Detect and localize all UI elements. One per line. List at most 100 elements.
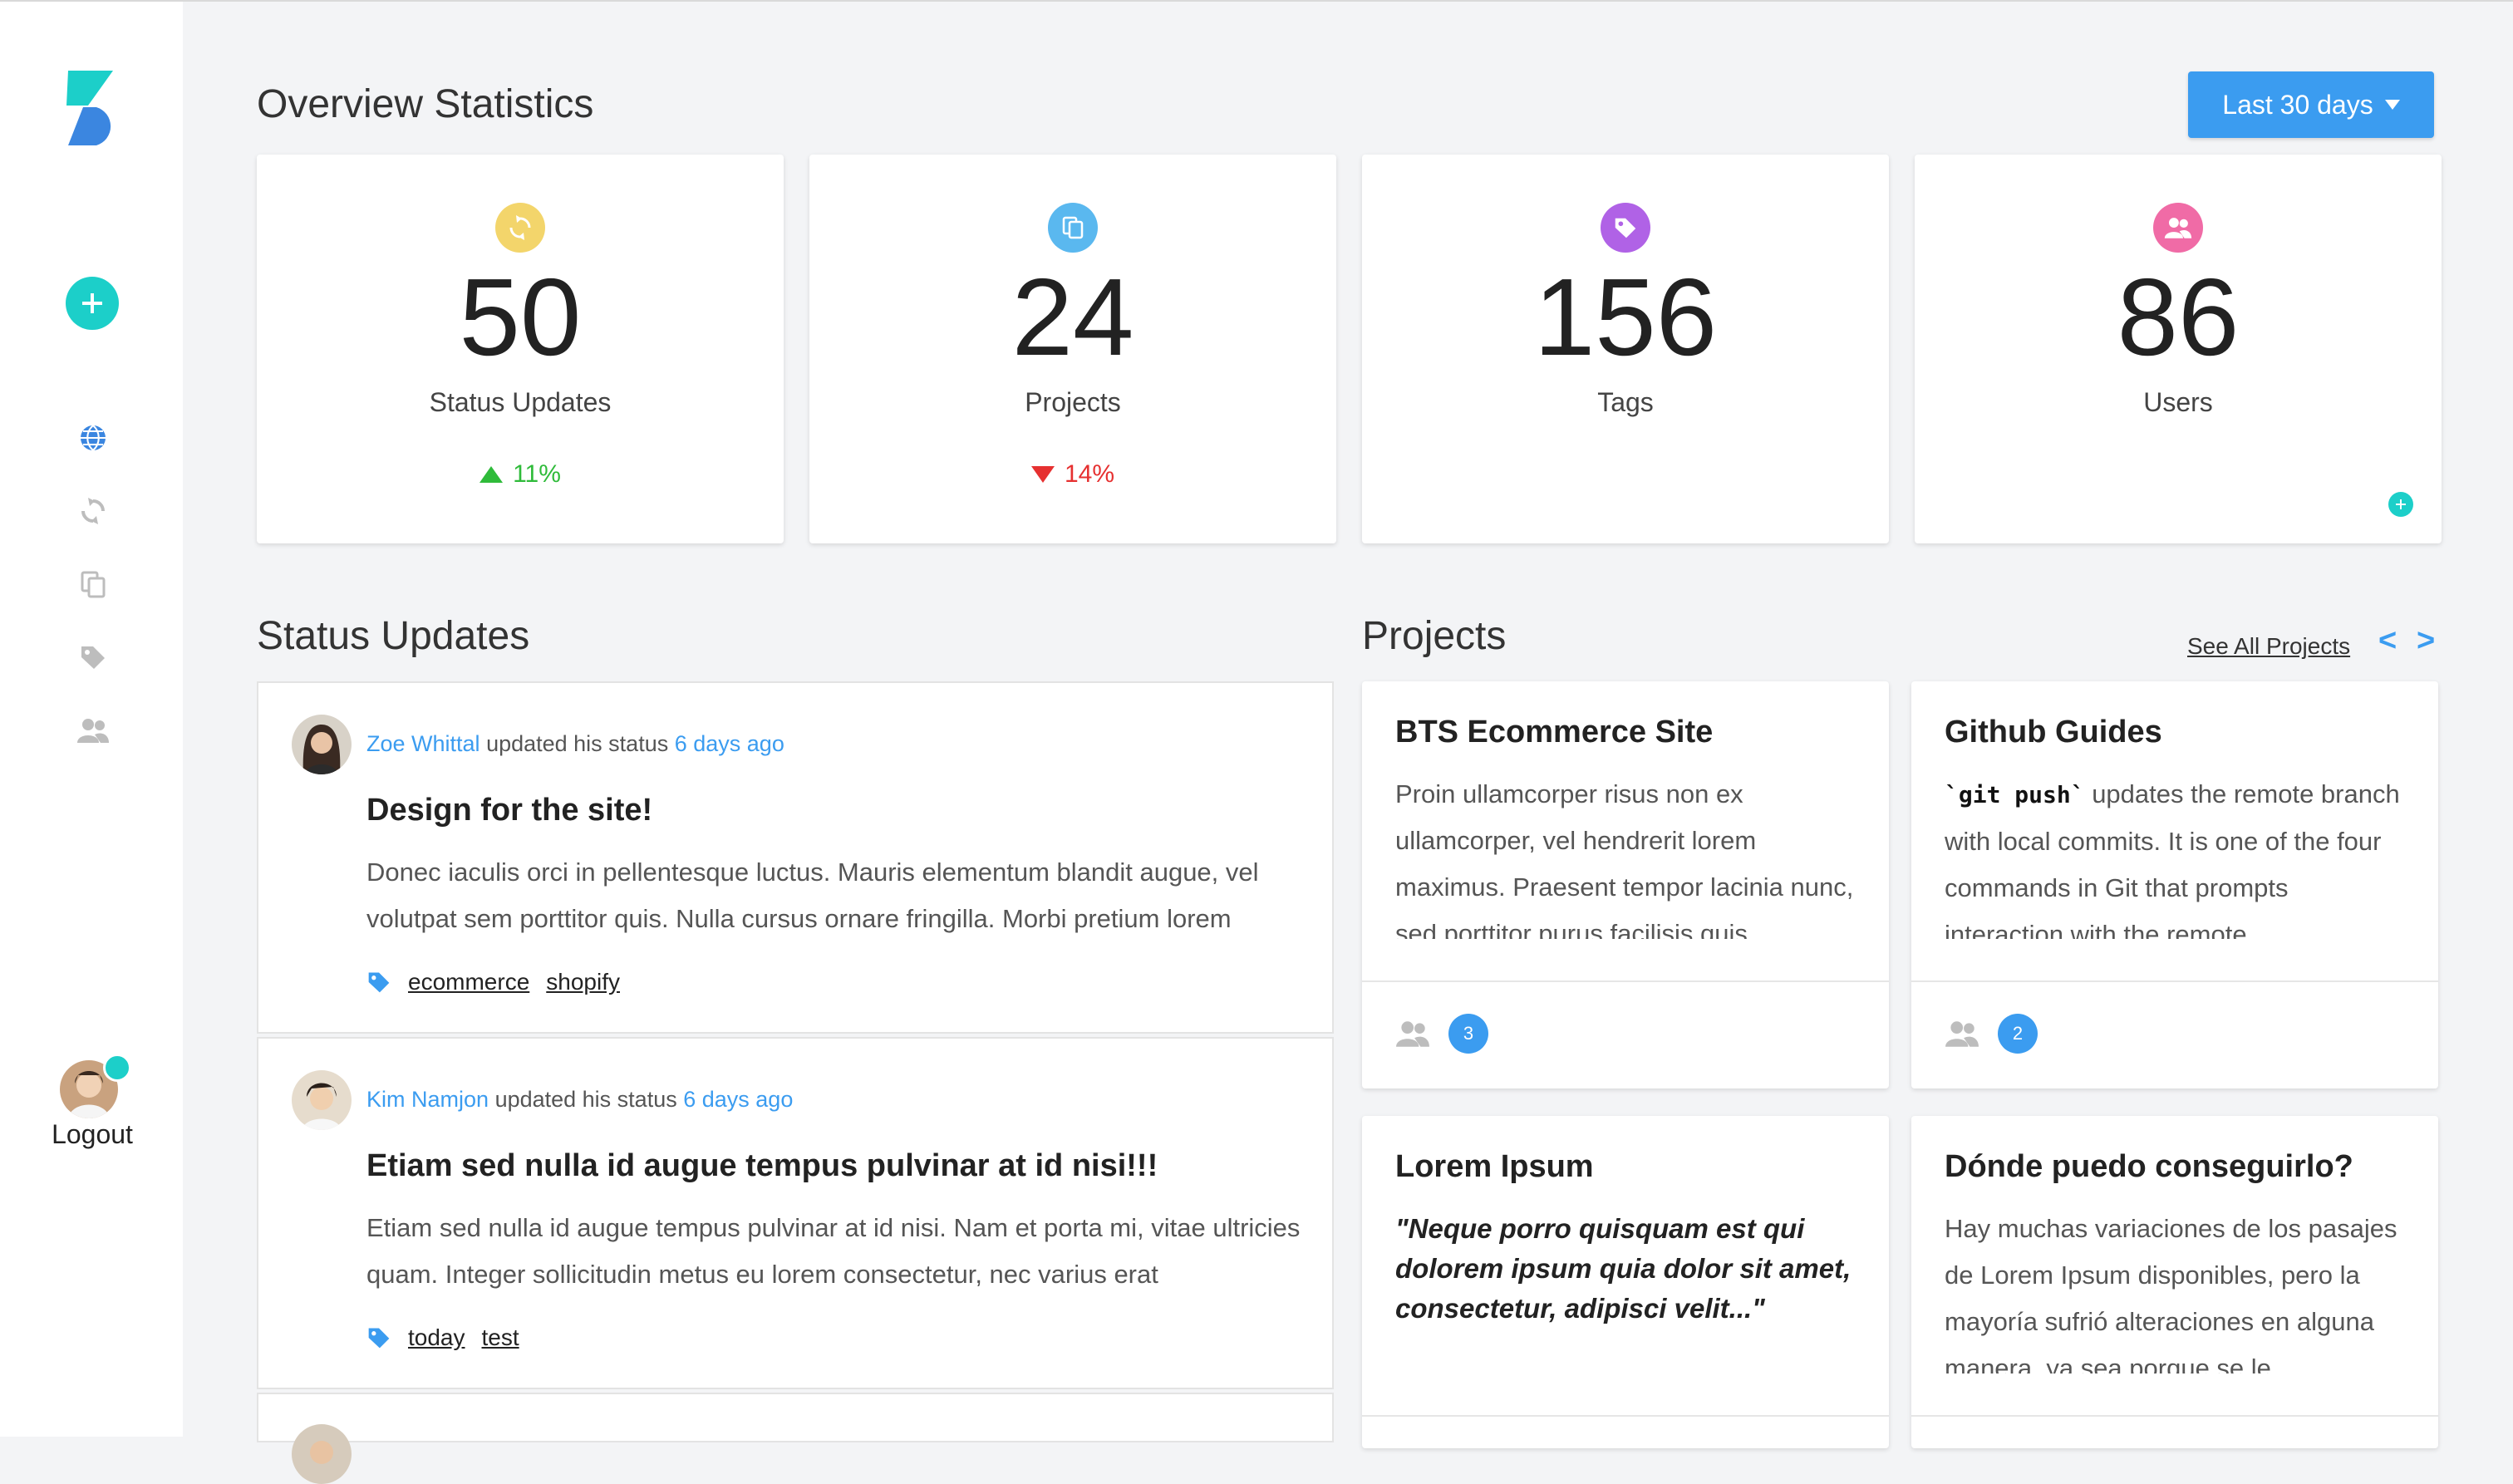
tag-link[interactable]: ecommerce	[408, 969, 529, 995]
member-count-badge: 2	[1998, 1014, 2038, 1054]
online-indicator	[103, 1054, 131, 1082]
project-title: BTS Ecommerce Site	[1395, 715, 1714, 749]
user-avatar[interactable]	[60, 1054, 131, 1125]
plus-icon	[2396, 499, 2406, 509]
stat-change: 11%	[257, 460, 784, 489]
stat-value: 50	[459, 256, 582, 378]
tag-icon	[368, 1328, 390, 1349]
arrow-down-icon	[1030, 466, 1055, 483]
project-description: Proin ullamcorper risus non ex ullamcorp…	[1395, 779, 1854, 939]
tag-link[interactable]: shopify	[546, 969, 620, 995]
date-range-label: Last 30 days	[2222, 89, 2373, 120]
project-footer: 2	[1945, 1014, 2038, 1054]
projects-icon	[1048, 203, 1098, 253]
divider	[1362, 980, 1889, 982]
stat-label: Tags	[1597, 387, 1654, 417]
status-meta: Kim Namjon updated his status 6 days ago	[366, 1087, 793, 1113]
stat-card-users[interactable]: 86 Users	[1915, 155, 2442, 543]
timestamp-link[interactable]: 6 days ago	[683, 1087, 793, 1112]
see-all-projects-link[interactable]: See All Projects	[2187, 633, 2350, 660]
divider	[1911, 1415, 2438, 1417]
divider	[1362, 1415, 1889, 1417]
status-title: Etiam sed nulla id augue tempus pulvinar…	[366, 1148, 1158, 1183]
author-avatar[interactable]	[292, 1424, 352, 1484]
status-body: Etiam sed nulla id augue tempus pulvinar…	[366, 1213, 1301, 1289]
status-meta: Zoe Whittal updated his status 6 days ag…	[366, 731, 784, 757]
nav-projects[interactable]	[76, 568, 110, 601]
date-range-dropdown[interactable]: Last 30 days	[2188, 71, 2434, 138]
members-icon	[1396, 1021, 1429, 1047]
stat-change: 14%	[809, 460, 1336, 489]
stat-label: Users	[2143, 387, 2213, 417]
project-title: Github Guides	[1945, 715, 2162, 749]
add-button[interactable]	[66, 277, 119, 330]
author-link[interactable]: Zoe Whittal	[366, 731, 480, 756]
project-footer: 3	[1395, 1014, 1488, 1054]
nav-tags[interactable]	[76, 641, 110, 674]
project-card[interactable]: BTS Ecommerce Site Proin ullamcorper ris…	[1362, 681, 1889, 1088]
project-card[interactable]: Dónde puedo conseguirlo? Hay muchas vari…	[1911, 1116, 2438, 1448]
stat-card-projects[interactable]: 24 Projects 14%	[809, 155, 1336, 543]
members-icon	[1945, 1021, 1979, 1047]
status-updates-icon	[495, 203, 545, 253]
author-avatar[interactable]	[292, 715, 352, 774]
plus-icon	[82, 293, 102, 313]
status-tags: today test	[366, 1324, 519, 1351]
status-update-card[interactable]: Kim Namjon updated his status 6 days ago…	[257, 1037, 1334, 1389]
nav-globe[interactable]	[76, 421, 110, 455]
globe-icon	[81, 425, 106, 451]
projects-title: Projects	[1362, 614, 1507, 658]
stat-change-value: 14%	[1064, 460, 1115, 488]
tag-icon	[81, 646, 105, 669]
stat-label: Projects	[1025, 387, 1121, 417]
users-icon	[77, 719, 109, 743]
tag-link[interactable]: test	[482, 1324, 519, 1351]
code-snippet: `git push`	[1945, 781, 2085, 808]
divider	[1911, 980, 2438, 982]
status-action: updated his status	[486, 731, 669, 756]
logout-button[interactable]: Logout	[33, 1119, 151, 1150]
chevron-down-icon	[2384, 100, 2400, 110]
add-user-button[interactable]	[2388, 492, 2413, 517]
stat-value: 24	[1011, 256, 1134, 378]
stat-card-status-updates[interactable]: 50 Status Updates 11%	[257, 155, 784, 543]
status-update-card[interactable]	[257, 1393, 1334, 1484]
stat-label: Status Updates	[429, 387, 612, 417]
refresh-icon	[81, 498, 105, 524]
nav-users[interactable]	[76, 714, 110, 747]
stat-change-value: 11%	[513, 460, 561, 488]
project-card[interactable]: Github Guides `git push` updates the rem…	[1911, 681, 2438, 1088]
timestamp-link[interactable]: 6 days ago	[675, 731, 784, 756]
status-body: Donec iaculis orci in pellentesque luctu…	[366, 857, 1259, 933]
app-logo[interactable]	[63, 71, 118, 145]
copy-icon	[81, 571, 106, 598]
page-title: Overview Statistics	[257, 82, 594, 126]
prev-arrow-button[interactable]: <	[2378, 623, 2397, 659]
sidebar: Logout	[0, 2, 183, 1437]
stat-value: 86	[2117, 256, 2240, 378]
status-updates-title: Status Updates	[257, 614, 530, 658]
tag-icon	[368, 972, 390, 993]
tags-icon	[1601, 203, 1650, 253]
project-card[interactable]: Lorem Ipsum "Neque porro quisquam est qu…	[1362, 1116, 1889, 1448]
arrow-up-icon	[479, 466, 504, 483]
author-avatar[interactable]	[292, 1070, 352, 1130]
project-title: Lorem Ipsum	[1395, 1149, 1594, 1184]
project-title: Dónde puedo conseguirlo?	[1945, 1149, 2353, 1184]
member-count-badge: 3	[1448, 1014, 1488, 1054]
project-description: Hay muchas variaciones de los pasajes de…	[1945, 1214, 2397, 1373]
stat-value: 156	[1533, 256, 1718, 378]
author-link[interactable]: Kim Namjon	[366, 1087, 489, 1112]
status-tags: ecommerce shopify	[366, 969, 620, 995]
status-action: updated his status	[494, 1087, 677, 1112]
status-update-card[interactable]: Zoe Whittal updated his status 6 days ag…	[257, 681, 1334, 1034]
tag-link[interactable]: today	[408, 1324, 465, 1351]
project-description: `git push` updates the remote branch wit…	[1945, 771, 2410, 939]
nav-status-updates[interactable]	[76, 494, 110, 528]
top-border	[0, 0, 2513, 2]
stat-card-tags[interactable]: 156 Tags	[1362, 155, 1889, 543]
users-icon	[2153, 203, 2203, 253]
status-title: Design for the site!	[366, 793, 653, 828]
project-description: "Neque porro quisquam est qui dolorem ip…	[1395, 1213, 1852, 1324]
next-arrow-button[interactable]: >	[2417, 623, 2435, 659]
